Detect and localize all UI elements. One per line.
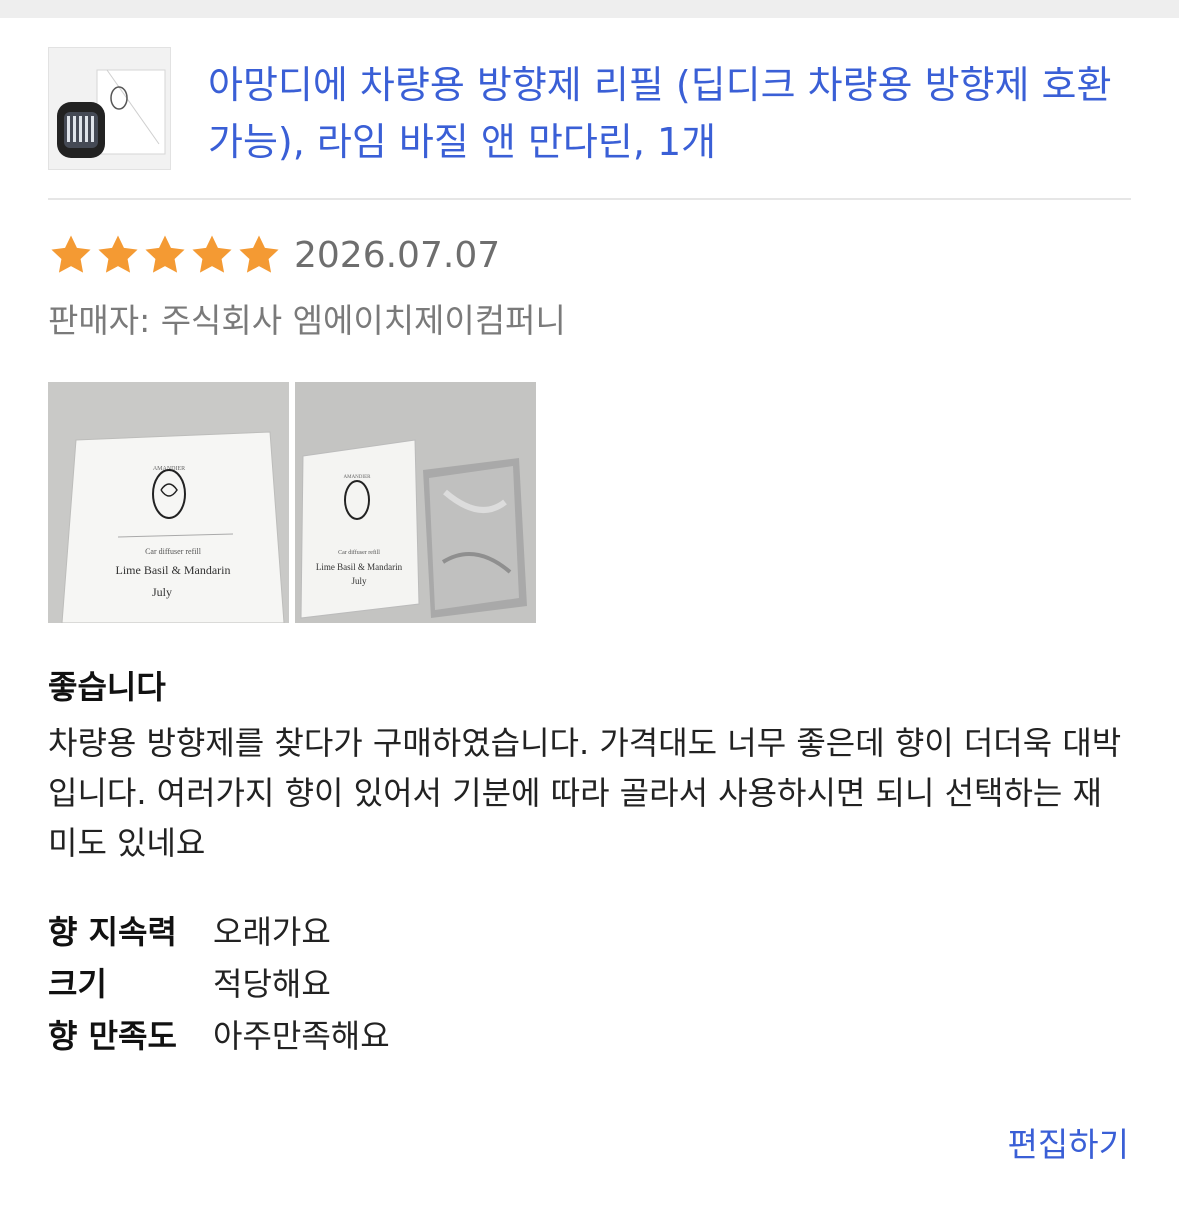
review-photos: AMANDIER Car diffuser refill Lime Basil … <box>48 382 536 623</box>
photo-2-line3: July <box>351 576 367 586</box>
photo-1-line3: July <box>152 585 172 599</box>
photo-1-line1: Car diffuser refill <box>145 547 202 556</box>
review-attributes: 향 지속력 오래가요 크기 적당해요 향 만족도 아주만족해요 <box>48 904 390 1060</box>
product-thumbnail-image <box>49 48 170 169</box>
attribute-label: 향 만족도 <box>48 1017 177 1055</box>
review-date: 2026.07.07 <box>294 234 501 276</box>
review-card: 아망디에 차량용 방향제 리필 (딥디크 차량용 방향제 호환 가능), 라임 … <box>0 18 1179 1215</box>
star-icon <box>189 232 235 278</box>
attribute-row: 크기 적당해요 <box>48 956 390 1008</box>
star-rating <box>48 232 282 278</box>
review-photo-1[interactable]: AMANDIER Car diffuser refill Lime Basil … <box>48 382 289 623</box>
review-headline: 좋습니다 <box>48 668 166 706</box>
product-header: 아망디에 차량용 방향제 리필 (딥디크 차량용 방향제 호환 가능), 라임 … <box>48 47 1131 171</box>
rating-row: 2026.07.07 <box>48 230 500 280</box>
photo-1-line2: Lime Basil & Mandarin <box>116 563 231 577</box>
divider <box>48 198 1131 200</box>
review-photo-2-image: AMANDIER Car diffuser refill Lime Basil … <box>295 382 536 623</box>
attribute-label: 향 지속력 <box>48 913 177 951</box>
photo-2-brand: AMANDIER <box>344 475 372 480</box>
attribute-value: 아주만족해요 <box>213 1017 390 1055</box>
edit-review-link[interactable]: 편집하기 <box>1008 1118 1129 1166</box>
star-icon <box>142 232 188 278</box>
review-body: 차량용 방향제를 찾다가 구매하였습니다. 가격대도 너무 좋은데 향이 더더욱… <box>48 724 1122 862</box>
star-icon <box>95 232 141 278</box>
product-thumbnail[interactable] <box>48 47 171 170</box>
star-icon <box>236 232 282 278</box>
review-photo-1-image: AMANDIER Car diffuser refill Lime Basil … <box>48 382 289 623</box>
seller-name: 판매자: 주식회사 엠에이치제이컴퍼니 <box>48 301 566 340</box>
top-strip <box>0 0 1179 18</box>
attribute-label: 크기 <box>48 965 107 1003</box>
attribute-value: 오래가요 <box>213 913 331 951</box>
review-photo-2[interactable]: AMANDIER Car diffuser refill Lime Basil … <box>295 382 536 623</box>
product-title-link[interactable]: 아망디에 차량용 방향제 리필 (딥디크 차량용 방향제 호환 가능), 라임 … <box>208 57 1128 171</box>
photo-2-line1: Car diffuser refill <box>338 549 380 556</box>
attribute-value: 적당해요 <box>213 965 331 1003</box>
attribute-row: 향 지속력 오래가요 <box>48 904 390 956</box>
photo-2-line2: Lime Basil & Mandarin <box>316 562 403 572</box>
star-icon <box>48 232 94 278</box>
attribute-row: 향 만족도 아주만족해요 <box>48 1008 390 1060</box>
